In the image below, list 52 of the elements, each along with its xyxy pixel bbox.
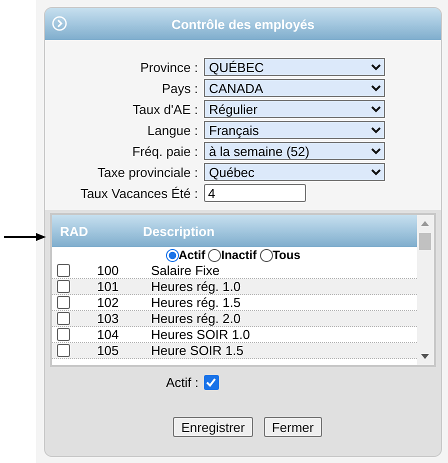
table-cell-text: 102 — [97, 295, 120, 310]
select-field[interactable]: Régulier — [204, 100, 385, 118]
row-checkbox[interactable] — [57, 296, 70, 309]
chevron-down-icon — [371, 106, 381, 112]
table-cell-text: 101 — [97, 279, 120, 294]
column-header: Description — [142, 224, 216, 238]
table-cell: Heures rég. 1.5 — [151, 295, 241, 310]
field-label: Pays : — [160, 80, 198, 96]
select-field[interactable]: à la semaine (52) — [204, 142, 385, 160]
row-checkbox[interactable] — [57, 328, 70, 341]
scroll-down-icon[interactable] — [421, 354, 429, 359]
chevron-down-icon — [371, 84, 381, 92]
select-field[interactable]: Français — [204, 121, 385, 139]
row-checkbox[interactable] — [57, 312, 70, 325]
table-cell-text: 105 — [97, 343, 120, 358]
field-label: Taxe provinciale : — [96, 164, 198, 180]
column-header: RAD — [59, 224, 90, 238]
table-cell: Heures SOIR 1.0 — [151, 327, 250, 342]
field-label: Actif : — [166, 375, 199, 390]
close-button[interactable]: Fermer — [264, 417, 322, 437]
table-cell: Heures rég. 2.0 — [151, 311, 241, 326]
input-field[interactable]: 4 — [204, 184, 306, 202]
scrollbar[interactable] — [417, 215, 434, 365]
table-cell: Salaire Fixe — [151, 263, 220, 278]
select-field[interactable]: CANADA — [204, 79, 385, 97]
scrollbar-thumb[interactable] — [419, 233, 431, 250]
row-checkbox[interactable] — [57, 264, 70, 277]
save-button[interactable]: Enregistrer — [173, 417, 253, 437]
chevron-down-icon — [371, 126, 381, 134]
arrow-icon — [4, 232, 46, 242]
chevron-down-icon — [371, 148, 381, 154]
select-field[interactable]: QUÉBEC — [204, 58, 385, 76]
table-cell-text: 103 — [97, 311, 120, 326]
filter-radio[interactable]: Tous — [260, 248, 300, 262]
active-checkbox[interactable] — [204, 375, 219, 390]
field-label: Province : — [139, 60, 198, 74]
row-checkbox[interactable] — [57, 344, 70, 357]
row-checkbox[interactable] — [57, 280, 70, 293]
filter-radio[interactable]: Actif — [166, 248, 206, 262]
select-field[interactable]: Québec — [204, 163, 385, 181]
field-label: Taux Vacances Été : — [79, 186, 198, 200]
table-cell: Heure SOIR 1.5 — [151, 343, 244, 358]
table-cell-text: 104 — [97, 327, 120, 342]
field-label: Langue : — [146, 122, 198, 138]
table-cell-text: 100 — [97, 263, 120, 278]
table-cell: Heures rég. 1.0 — [151, 279, 241, 294]
window-title: Contrôle des employés — [171, 16, 315, 32]
chevron-down-icon — [371, 64, 381, 70]
chevron-down-icon — [371, 168, 381, 176]
field-label: Taux d'AE : — [132, 102, 198, 116]
field-label: Fréq. paie : — [131, 144, 198, 158]
filter-radio[interactable]: Inactif — [208, 248, 257, 262]
